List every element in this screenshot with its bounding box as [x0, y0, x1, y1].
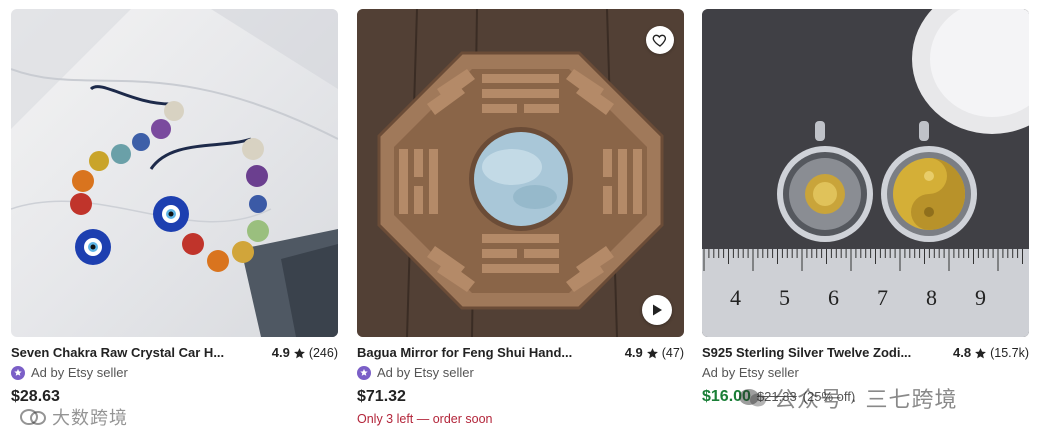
watermark-left: 大数跨境: [20, 404, 128, 430]
rating-score: 4.9: [271, 345, 290, 360]
ad-label-row: Ad by Etsy seller: [11, 364, 338, 381]
heart-icon: [652, 32, 668, 48]
price-row: $71.32: [357, 387, 684, 407]
rating: 4.9 (47): [625, 345, 684, 361]
bagua-mirror-image: [357, 9, 684, 337]
rating: 4.9 (246): [272, 345, 338, 361]
star-seller-badge-icon: [11, 365, 25, 380]
ruler-number: 6: [828, 285, 839, 310]
listing-image[interactable]: 4 5 6 7 8 9: [702, 9, 1029, 337]
ruler-number: 4: [730, 285, 741, 310]
star-seller-badge-icon: [357, 365, 371, 380]
star-icon: [646, 347, 659, 360]
star-icon: [293, 347, 306, 360]
ad-label: Ad by Etsy seller: [377, 365, 474, 380]
review-count: (47): [661, 346, 684, 360]
listing-title[interactable]: Bagua Mirror for Feng Shui Hand...: [357, 345, 572, 361]
ruler-number: 9: [975, 285, 986, 310]
ad-label: Ad by Etsy seller: [31, 365, 128, 380]
rating-score: 4.9: [624, 345, 643, 360]
watermark-right: 公众号 · 三七跨境: [738, 382, 958, 414]
star-icon: [974, 347, 987, 360]
ruler-number: 7: [877, 285, 888, 310]
watermark-text: 公众号 · 三七跨境: [774, 387, 958, 412]
play-icon: [650, 303, 664, 317]
ruler-number: 8: [926, 285, 937, 310]
rating: 4.8 (15.7k): [953, 345, 1029, 361]
price: $71.32: [357, 388, 406, 405]
watermark-logo-icon: [20, 408, 46, 426]
listing-grid: Seven Chakra Raw Crystal Car H... 4.9 (2…: [0, 0, 1039, 438]
listing-card[interactable]: Bagua Mirror for Feng Shui Hand... 4.9 (…: [357, 9, 684, 426]
rating-score: 4.8: [953, 345, 972, 360]
play-video-button[interactable]: [642, 295, 672, 325]
listing-title[interactable]: S925 Sterling Silver Twelve Zodi...: [702, 345, 911, 361]
listing-image[interactable]: [357, 9, 684, 337]
listing-card[interactable]: 4 5 6 7 8 9 S925 Sterling Silver Twelve Zodi.…: [702, 9, 1029, 407]
review-count: (15.7k): [990, 346, 1029, 360]
zodiac-pendant-image: 4 5 6 7 8 9: [702, 9, 1029, 337]
listing-card[interactable]: Seven Chakra Raw Crystal Car H... 4.9 (2…: [11, 9, 338, 407]
ad-label-row: Ad by Etsy seller: [702, 364, 1029, 381]
ad-label: Ad by Etsy seller: [702, 365, 799, 380]
listing-title[interactable]: Seven Chakra Raw Crystal Car H...: [11, 345, 224, 361]
watermark-text: 大数跨境: [52, 408, 128, 428]
low-stock-note: Only 3 left — order soon: [357, 412, 493, 426]
listing-image[interactable]: [11, 9, 338, 337]
chakra-crystal-image: [11, 9, 338, 337]
favorite-button[interactable]: [646, 26, 674, 54]
ad-label-row: Ad by Etsy seller: [357, 364, 684, 381]
review-count: (246): [308, 346, 338, 360]
wechat-icon: [738, 387, 768, 409]
ruler-number: 5: [779, 285, 790, 310]
